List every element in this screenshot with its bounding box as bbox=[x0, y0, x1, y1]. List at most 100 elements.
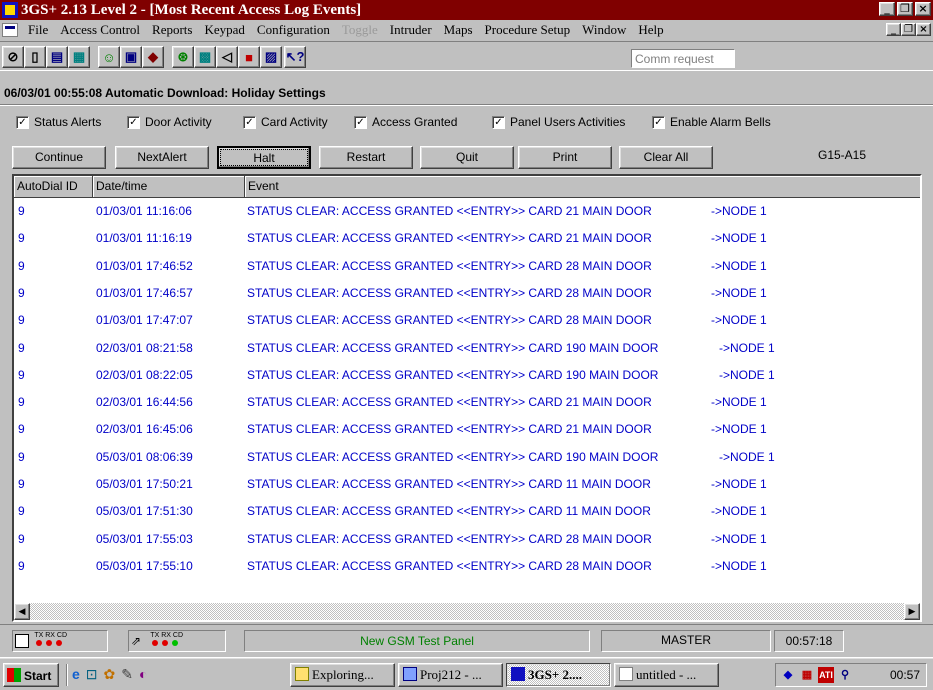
cell-autodial-id: 9 bbox=[18, 422, 25, 437]
event-log-grid[interactable]: AutoDial ID Date/time Event 9 01/03/01 11… bbox=[12, 174, 922, 622]
stop-icon[interactable]: ■ bbox=[238, 46, 260, 68]
panel-users-activities-checkbox[interactable]: ✓ Panel Users Activities bbox=[492, 115, 625, 129]
menu-help[interactable]: Help bbox=[632, 22, 669, 38]
app-icon bbox=[511, 667, 525, 681]
menu-keypad[interactable]: Keypad bbox=[198, 22, 250, 38]
table-row[interactable]: 9 05/03/01 08:06:39 STATUS CLEAR: ACCESS G… bbox=[14, 444, 920, 470]
monitor-icon[interactable]: ▩ bbox=[194, 46, 216, 68]
cell-event: STATUS CLEAR: ACCESS GRANTED <<ENTRY>> C… bbox=[247, 477, 651, 491]
column-header-datetime[interactable]: Date/time bbox=[93, 176, 245, 198]
start-button[interactable]: Start bbox=[3, 663, 59, 687]
table-row[interactable]: 9 01/03/01 11:16:06 STATUS CLEAR: ACCESS G… bbox=[14, 198, 920, 224]
card-activity-checkbox[interactable]: ✓ Card Activity bbox=[243, 115, 328, 129]
table-row[interactable]: 9 01/03/01 17:46:57 STATUS CLEAR: ACCESS G… bbox=[14, 280, 920, 306]
doc-restore-button[interactable]: ❐ bbox=[901, 23, 916, 36]
tray-app-icon[interactable]: ◐ bbox=[139, 666, 147, 683]
table-row[interactable]: 9 02/03/01 08:22:05 STATUS CLEAR: ACCESS G… bbox=[14, 362, 920, 388]
menu-toggle[interactable]: Toggle bbox=[336, 22, 384, 38]
network-icon[interactable]: ▦ bbox=[799, 667, 815, 683]
door-activity-checkbox[interactable]: ✓ Door Activity bbox=[127, 115, 212, 129]
status-alerts-checkbox[interactable]: ✓ Status Alerts bbox=[16, 115, 101, 129]
quit-button[interactable]: Quit bbox=[420, 146, 514, 169]
minimize-button[interactable]: _ bbox=[879, 2, 895, 16]
config-icon[interactable]: ▦ bbox=[68, 46, 90, 68]
maximize-button[interactable]: ❐ bbox=[897, 2, 913, 16]
menu-procedure-setup[interactable]: Procedure Setup bbox=[479, 22, 577, 38]
taskbar: Start e ⊡ ✿ ✎ ◐ Exploring... Proj212 - .… bbox=[0, 657, 933, 690]
task-label: 3GS+ 2.... bbox=[528, 667, 582, 682]
menu-access-control[interactable]: Access Control bbox=[54, 22, 146, 38]
continue-button[interactable]: Continue bbox=[12, 146, 106, 169]
app-icon[interactable] bbox=[2, 2, 18, 18]
comm-request-field[interactable]: Comm request bbox=[631, 49, 735, 68]
table-row[interactable]: 9 01/03/01 17:46:52 STATUS CLEAR: ACCESS G… bbox=[14, 253, 920, 279]
scroll-left-icon[interactable]: ◀ bbox=[14, 603, 30, 620]
card-icon[interactable]: ▣ bbox=[120, 46, 142, 68]
access-granted-checkbox[interactable]: ✓ Access Granted bbox=[354, 115, 457, 129]
checkbox-box[interactable]: ✓ bbox=[243, 115, 256, 129]
scroll-right-icon[interactable]: ▶ bbox=[904, 603, 920, 620]
doc-close-button[interactable]: × bbox=[916, 23, 931, 36]
table-row[interactable]: 9 02/03/01 16:44:56 STATUS CLEAR: ACCESS G… bbox=[14, 389, 920, 415]
menu-window[interactable]: Window bbox=[576, 22, 632, 38]
clear-all-button[interactable]: Clear All bbox=[619, 146, 713, 169]
task-untitled[interactable]: untitled - ... bbox=[614, 663, 719, 687]
task-proj212[interactable]: Proj212 - ... bbox=[398, 663, 503, 687]
alarm-icon[interactable]: ◆ bbox=[142, 46, 164, 68]
task-exploring[interactable]: Exploring... bbox=[290, 663, 395, 687]
desktop-icon[interactable]: ⊡ bbox=[86, 666, 98, 683]
shield-icon[interactable]: ◆ bbox=[780, 667, 796, 683]
doc-minimize-button[interactable]: _ bbox=[886, 23, 901, 36]
cell-datetime: 05/03/01 17:50:21 bbox=[96, 477, 193, 491]
cell-datetime: 05/03/01 17:55:10 bbox=[96, 558, 193, 573]
editor-icon[interactable]: ✎ bbox=[121, 666, 133, 683]
enable-alarm-bells-checkbox[interactable]: ✓ Enable Alarm Bells bbox=[652, 115, 771, 129]
toolbar: ⊘ ▯ ▤ ▦ ☺ ▣ ◆ ⊛ ▩ ◁ ■ ▨ ↖? Comm request bbox=[0, 41, 933, 71]
print-button[interactable]: Print bbox=[518, 146, 612, 169]
cell-datetime: 01/03/01 17:46:57 bbox=[96, 285, 193, 300]
ati-icon[interactable]: ATI bbox=[818, 667, 834, 683]
close-button[interactable]: × bbox=[915, 2, 931, 16]
task-3gs[interactable]: 3GS+ 2.... bbox=[506, 663, 611, 687]
table-row[interactable]: 9 02/03/01 08:21:58 STATUS CLEAR: ACCESS G… bbox=[14, 335, 920, 361]
cell-datetime: 05/03/01 17:51:30 bbox=[96, 504, 193, 519]
checkbox-box[interactable]: ✓ bbox=[127, 115, 140, 129]
cabinet-icon[interactable]: ▤ bbox=[46, 46, 68, 68]
checkbox-box[interactable]: ✓ bbox=[492, 115, 505, 129]
document-icon[interactable] bbox=[2, 23, 18, 37]
table-row[interactable]: 9 02/03/01 16:45:06 STATUS CLEAR: ACCESS G… bbox=[14, 416, 920, 442]
help-icon[interactable]: ↖? bbox=[284, 46, 306, 68]
menu-configuration[interactable]: Configuration bbox=[251, 22, 336, 38]
keypad-icon[interactable]: ⊛ bbox=[172, 46, 194, 68]
next-alert-button[interactable]: NextAlert bbox=[115, 146, 209, 169]
channels-icon[interactable]: ✿ bbox=[104, 666, 116, 683]
table-row[interactable]: 9 05/03/01 17:50:21 STATUS CLEAR: ACCESS G… bbox=[14, 471, 920, 497]
column-header-event[interactable]: Event bbox=[245, 176, 920, 198]
settings-icon[interactable]: ▨ bbox=[260, 46, 282, 68]
door-icon[interactable]: ▯ bbox=[24, 46, 46, 68]
title-bar[interactable]: 3GS+ 2.13 Level 2 - [Most Recent Access … bbox=[0, 0, 933, 20]
back-icon[interactable]: ◁ bbox=[216, 46, 238, 68]
menu-file[interactable]: File bbox=[22, 22, 54, 38]
halt-button[interactable]: Halt bbox=[217, 146, 311, 169]
search-icon[interactable]: ⚲ bbox=[837, 667, 853, 683]
clock[interactable]: 00:57 bbox=[890, 668, 920, 682]
horizontal-scrollbar[interactable]: ◀ ▶ bbox=[14, 603, 920, 620]
table-row[interactable]: 9 05/03/01 17:51:30 STATUS CLEAR: ACCESS G… bbox=[14, 498, 920, 524]
table-row[interactable]: 9 05/03/01 17:55:03 STATUS CLEAR: ACCESS G… bbox=[14, 526, 920, 552]
users-icon[interactable]: ☺ bbox=[98, 46, 120, 68]
column-header-autodial-id[interactable]: AutoDial ID bbox=[14, 176, 93, 198]
menu-maps[interactable]: Maps bbox=[438, 22, 479, 38]
cell-autodial-id: 9 bbox=[18, 395, 25, 410]
checkbox-box[interactable]: ✓ bbox=[354, 115, 367, 129]
checkbox-box[interactable]: ✓ bbox=[652, 115, 665, 129]
restart-button[interactable]: Restart bbox=[319, 146, 413, 169]
table-row[interactable]: 9 05/03/01 17:55:10 STATUS CLEAR: ACCESS G… bbox=[14, 553, 920, 579]
clock-icon[interactable]: ⊘ bbox=[2, 46, 24, 68]
menu-reports[interactable]: Reports bbox=[146, 22, 198, 38]
table-row[interactable]: 9 01/03/01 11:16:19 STATUS CLEAR: ACCESS G… bbox=[14, 225, 920, 251]
checkbox-box[interactable]: ✓ bbox=[16, 115, 29, 129]
menu-intruder[interactable]: Intruder bbox=[384, 22, 438, 38]
browser-icon[interactable]: e bbox=[72, 666, 80, 683]
table-row[interactable]: 9 01/03/01 17:47:07 STATUS CLEAR: ACCESS G… bbox=[14, 307, 920, 333]
